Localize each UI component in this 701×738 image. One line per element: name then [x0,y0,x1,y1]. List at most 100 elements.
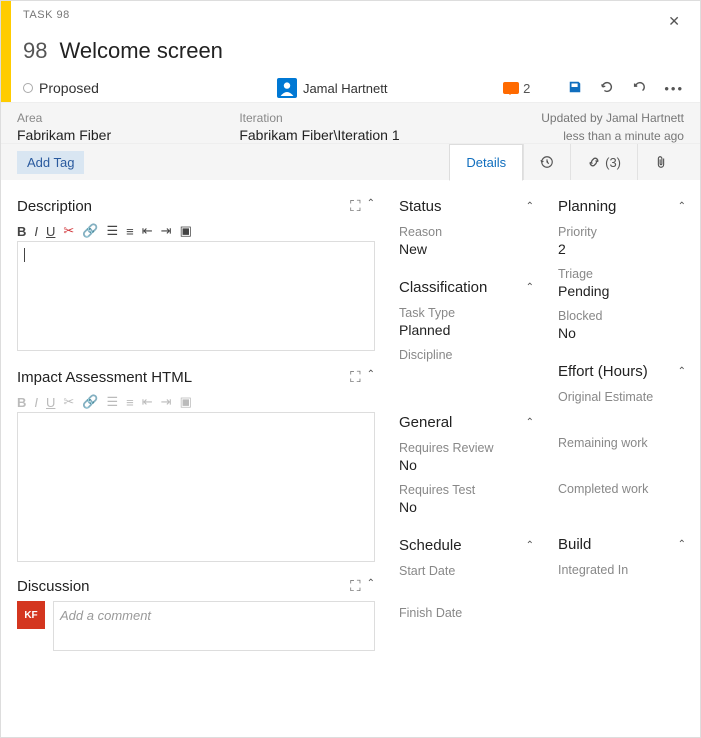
bold-button[interactable]: B [17,224,26,239]
area-field[interactable]: Area Fabrikam Fiber [17,111,239,143]
planning-header[interactable]: Planning⌃ [558,198,686,215]
maximize-icon[interactable]: ⛶ [350,198,361,215]
bold-button[interactable]: B [17,395,26,410]
image-button[interactable]: ▣ [180,223,192,239]
reqreview-value[interactable]: No [399,457,534,473]
comment-icon [503,82,519,94]
clear-format-button[interactable]: ✂ [63,223,74,239]
tab-details[interactable]: Details [449,144,523,181]
build-title: Build [558,536,591,553]
save-icon[interactable] [568,80,582,97]
impact-title: Impact Assessment HTML [17,369,192,386]
reason-value[interactable]: New [399,241,534,257]
link-button[interactable]: 🔗 [82,394,98,410]
maximize-icon[interactable]: ⛶ [350,578,361,595]
triage-value[interactable]: Pending [558,283,686,299]
text-cursor [24,248,25,262]
task-title[interactable]: Welcome screen [59,38,222,64]
underline-button[interactable]: U [46,395,55,410]
refresh-icon[interactable] [600,80,614,97]
startdate-label: Start Date [399,564,534,578]
discussion-header[interactable]: Discussion ⛶ ⌃ [17,578,375,595]
finishdate-label: Finish Date [399,606,534,620]
link-button[interactable]: 🔗 [82,223,98,239]
chevron-up-icon: ⌃ [526,201,534,212]
description-header[interactable]: Description ⛶ ⌃ [17,198,375,215]
user-avatar: KF [17,601,45,629]
state-text: Proposed [39,80,99,96]
link-icon [587,155,601,169]
chevron-up-icon[interactable]: ⌃ [367,198,375,215]
classification-header[interactable]: Classification⌃ [399,279,534,296]
description-input[interactable] [17,241,375,351]
reqreview-label: Requires Review [399,441,534,455]
updated-by: Updated by Jamal Hartnett [462,111,684,125]
chevron-up-icon[interactable]: ⌃ [367,369,375,386]
italic-button[interactable]: I [34,224,38,239]
image-button[interactable]: ▣ [180,394,192,410]
bullet-list-button[interactable]: ☰ [107,223,119,239]
iteration-label: Iteration [239,111,461,125]
indent-button[interactable]: ⇥ [161,223,172,239]
history-icon [540,155,554,169]
chevron-up-icon: ⌃ [678,201,686,212]
clear-format-button[interactable]: ✂ [63,394,74,410]
indent-button[interactable]: ⇥ [161,394,172,410]
impact-header[interactable]: Impact Assessment HTML ⛶ ⌃ [17,369,375,386]
general-header[interactable]: General⌃ [399,414,534,431]
build-header[interactable]: Build ⌃ [558,536,686,553]
rte-toolbar-description: B I U ✂ 🔗 ☰ ≡ ⇤ ⇥ ▣ [17,221,375,241]
state-dot-icon [23,83,33,93]
more-icon[interactable]: ••• [664,81,684,96]
iteration-field[interactable]: Iteration Fabrikam Fiber\Iteration 1 [239,111,461,143]
assignee-name: Jamal Hartnett [303,81,388,96]
integrated-label: Integrated In [558,563,686,577]
maximize-icon[interactable]: ⛶ [350,369,361,386]
priority-value[interactable]: 2 [558,241,686,257]
completed-label: Completed work [558,482,686,496]
remaining-value[interactable] [558,452,686,468]
italic-button[interactable]: I [34,395,38,410]
outdent-button[interactable]: ⇤ [142,223,153,239]
impact-input[interactable] [17,412,375,562]
tab-history[interactable] [523,144,570,180]
chevron-up-icon: ⌃ [678,539,686,550]
undo-icon[interactable] [632,80,646,97]
outdent-button[interactable]: ⇤ [142,394,153,410]
schedule-title: Schedule [399,537,462,554]
schedule-header[interactable]: Schedule ⌃ [399,537,534,554]
comment-count[interactable]: 2 [503,81,530,96]
completed-value[interactable] [558,498,686,514]
reqtest-value[interactable]: No [399,499,534,515]
startdate-value[interactable] [399,580,534,596]
tasktype-value[interactable]: Planned [399,322,534,338]
bullet-list-button[interactable]: ☰ [107,394,119,410]
chevron-up-icon[interactable]: ⌃ [367,578,375,595]
discipline-value[interactable] [399,364,534,380]
links-count: (3) [605,155,621,170]
blocked-value[interactable]: No [558,325,686,341]
tab-links[interactable]: (3) [570,144,637,180]
close-icon[interactable]: ✕ [664,9,684,34]
comment-count-value: 2 [523,81,530,96]
attachment-icon [654,155,668,169]
number-list-button[interactable]: ≡ [126,395,134,410]
remaining-label: Remaining work [558,436,686,450]
chevron-up-icon: ⌃ [526,540,534,551]
status-header[interactable]: Status⌃ [399,198,534,215]
discipline-label: Discipline [399,348,534,362]
state-indicator[interactable]: Proposed [23,80,99,96]
assignee[interactable]: Jamal Hartnett [277,78,388,98]
underline-button[interactable]: U [46,224,55,239]
chevron-up-icon: ⌃ [678,366,686,377]
add-tag-button[interactable]: Add Tag [17,151,84,174]
effort-header[interactable]: Effort (Hours)⌃ [558,363,686,380]
reqtest-label: Requires Test [399,483,534,497]
tasktype-label: Task Type [399,306,534,320]
origestimate-value[interactable] [558,406,686,422]
comment-input[interactable]: Add a comment [53,601,375,651]
comment-placeholder: Add a comment [60,608,151,623]
tab-attachments[interactable] [637,144,684,180]
task-label: TASK 98 [23,9,70,21]
number-list-button[interactable]: ≡ [126,224,134,239]
